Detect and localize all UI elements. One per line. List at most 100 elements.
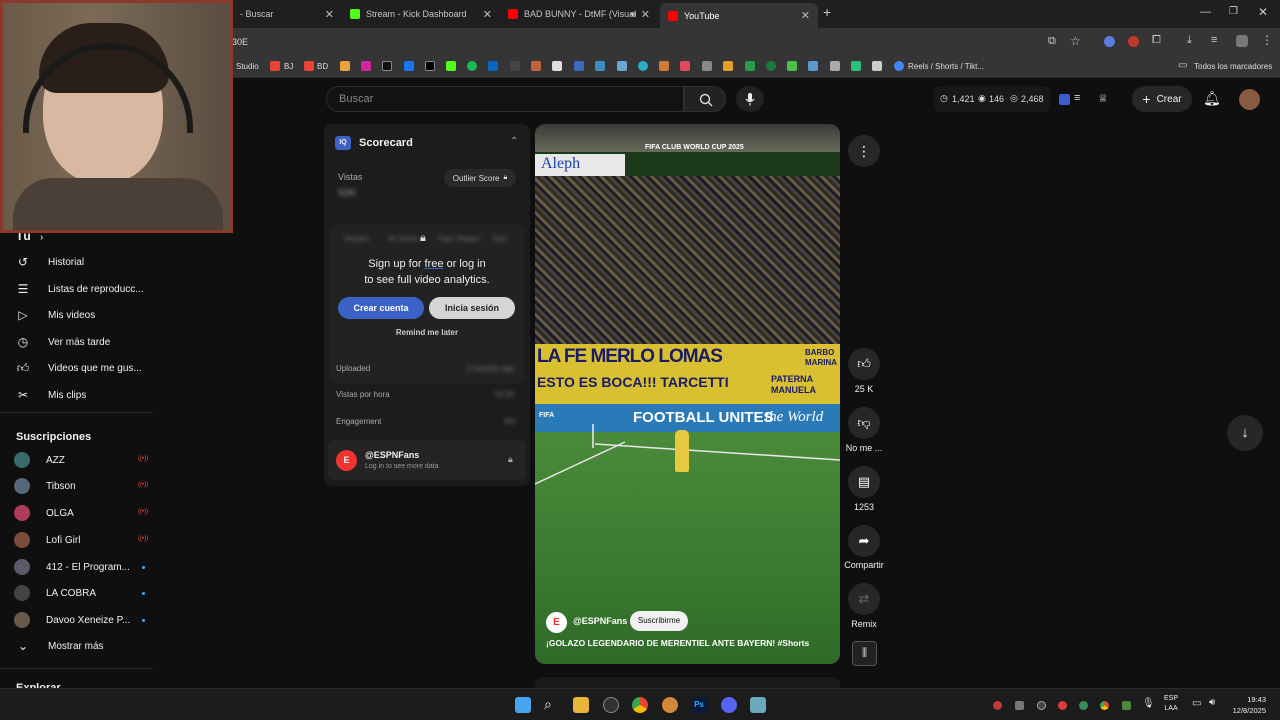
search-box[interactable]: Buscar: [326, 86, 684, 112]
sidebar-item-clips[interactable]: ✂ Mis clips: [14, 385, 86, 405]
bookmark-icon[interactable]: [638, 61, 648, 71]
tray-icon[interactable]: [1037, 701, 1046, 710]
subscription-item[interactable]: LA COBRA: [14, 583, 145, 603]
extension-badge-icon[interactable]: [1128, 36, 1139, 47]
tray-icon[interactable]: [993, 701, 1002, 710]
tiktok-icon[interactable]: [382, 61, 392, 71]
speaker-icon[interactable]: 🔊︎: [630, 9, 636, 20]
shorts-video[interactable]: FIFA CLUB WORLD CUP 2025 Aleph LA FE MER…: [535, 124, 840, 664]
voice-search-button[interactable]: [736, 86, 764, 112]
channel-card[interactable]: E @ESPNFans Log in to see more data 🔒︎: [328, 440, 526, 480]
bookmark-icon[interactable]: [659, 61, 669, 71]
profile-icon[interactable]: [1236, 35, 1248, 47]
windows-start-icon[interactable]: [515, 697, 531, 713]
new-tab-button[interactable]: +: [823, 4, 831, 20]
bookmark-icon[interactable]: [617, 61, 627, 71]
media-icon[interactable]: ≡: [1211, 34, 1217, 46]
star-icon[interactable]: ☆: [1070, 34, 1081, 48]
show-more-button[interactable]: ⌄ Mostrar más: [14, 636, 104, 656]
tray-icon[interactable]: [1079, 701, 1088, 710]
next-video-preview[interactable]: [535, 677, 840, 688]
subscribe-button[interactable]: Suscribirme: [630, 611, 688, 631]
close-window-icon[interactable]: ✕: [1258, 5, 1268, 19]
network-icon[interactable]: ▭: [1192, 698, 1201, 709]
close-icon[interactable]: ✕: [325, 8, 334, 21]
channel-avatar[interactable]: E: [546, 612, 567, 633]
bookmark-bj[interactable]: BJ: [284, 62, 293, 71]
facebook-icon[interactable]: [404, 61, 414, 71]
drive-icon[interactable]: [894, 61, 904, 71]
discord-icon[interactable]: [721, 697, 737, 713]
free-link[interactable]: free: [425, 258, 444, 270]
instagram-icon[interactable]: [361, 61, 371, 71]
language-indicator[interactable]: ESP LAA: [1164, 694, 1178, 714]
more-vert-icon[interactable]: ⋮: [1261, 33, 1273, 47]
subscription-item[interactable]: Lofi Girl ((•)): [14, 530, 148, 550]
bookmark-icon[interactable]: [531, 61, 541, 71]
chevron-up-icon[interactable]: ⌃: [510, 136, 518, 147]
tray-icon[interactable]: [1015, 701, 1024, 710]
url-field[interactable]: 30E: [232, 37, 248, 47]
bookmark-all[interactable]: Todos los marcadores: [1194, 62, 1272, 71]
dislike-button[interactable]: 👎︎: [848, 407, 880, 439]
bookmark-icon[interactable]: [340, 61, 350, 71]
bookmark-studio[interactable]: Studio: [236, 62, 259, 71]
bookmark-icon[interactable]: [680, 61, 690, 71]
trophy-icon[interactable]: ♕: [1098, 92, 1108, 105]
download-icon[interactable]: ⤓: [1187, 34, 1192, 47]
linkedin-icon[interactable]: [488, 61, 498, 71]
search-icon[interactable]: ⌕: [544, 696, 552, 713]
login-button[interactable]: Inicia sesión: [429, 297, 515, 319]
nvidia-icon[interactable]: [1122, 701, 1131, 710]
bookmark-icon[interactable]: [702, 61, 712, 71]
subscription-item[interactable]: Davoo Xeneize P...: [14, 610, 145, 630]
like-button[interactable]: 👍︎: [848, 348, 880, 380]
extension-icon[interactable]: [1059, 94, 1070, 105]
subscription-item[interactable]: OLGA ((•)): [14, 503, 148, 523]
chrome-icon[interactable]: [632, 697, 648, 713]
bell-icon[interactable]: 🔔︎: [1203, 90, 1221, 107]
bookmark-icon[interactable]: [830, 61, 840, 71]
avatar[interactable]: [1239, 89, 1260, 110]
clock[interactable]: 19:43 12/8/2025: [1226, 694, 1266, 716]
tab-bad-bunny[interactable]: BAD BUNNY - DtMF (Visual 🔊︎ ✕: [500, 3, 658, 25]
subscription-item[interactable]: 412 - El Program...: [14, 557, 145, 577]
subscription-item[interactable]: AZZ ((•)): [14, 450, 148, 470]
minimize-icon[interactable]: —: [1200, 6, 1211, 18]
x-icon[interactable]: [425, 61, 435, 71]
bookmark-icon[interactable]: [595, 61, 605, 71]
next-video-button[interactable]: ↓: [1227, 415, 1263, 451]
bookmark-icon[interactable]: [766, 61, 776, 71]
gmail-icon[interactable]: [304, 61, 314, 71]
bookmark-icon[interactable]: [745, 61, 755, 71]
bookmark-icon[interactable]: [851, 61, 861, 71]
bookmark-icon[interactable]: [872, 61, 882, 71]
create-account-button[interactable]: Crear cuenta: [338, 297, 424, 319]
bookmark-icon[interactable]: [787, 61, 797, 71]
bookmark-bd[interactable]: BD: [317, 62, 328, 71]
bookmark-icon[interactable]: [808, 61, 818, 71]
audio-wave-icon[interactable]: ⫼: [852, 641, 877, 666]
subscription-item[interactable]: Tibson ((•)): [14, 476, 148, 496]
tab-buscar[interactable]: - Buscar ✕: [232, 3, 342, 25]
more-options-button[interactable]: ⋮: [848, 135, 880, 167]
comments-button[interactable]: ▤: [848, 466, 880, 498]
tray-icon[interactable]: [1058, 701, 1067, 710]
bookmark-icon[interactable]: [552, 61, 562, 71]
sidebar-item-playlists[interactable]: ☰ Listas de reproducc...: [14, 279, 144, 299]
remind-later-link[interactable]: Remind me later: [324, 328, 530, 337]
menu-icon[interactable]: ≡: [1074, 92, 1080, 104]
tab-youtube[interactable]: YouTube ✕: [660, 3, 818, 28]
kick-icon[interactable]: [446, 61, 456, 71]
gmail-icon[interactable]: [270, 61, 280, 71]
cast-icon[interactable]: ⧉: [1048, 35, 1056, 48]
file-explorer-icon[interactable]: [573, 697, 589, 713]
bookmark-icon[interactable]: [510, 61, 520, 71]
app-icon[interactable]: [603, 697, 619, 713]
puzzle-icon[interactable]: ⧠: [1152, 34, 1161, 47]
app-icon[interactable]: [750, 697, 766, 713]
close-icon[interactable]: ✕: [483, 8, 492, 21]
close-icon[interactable]: ✕: [801, 9, 810, 22]
bookmark-icon[interactable]: [723, 61, 733, 71]
outlier-score-button[interactable]: Outlier Score 🔒︎: [444, 169, 516, 187]
